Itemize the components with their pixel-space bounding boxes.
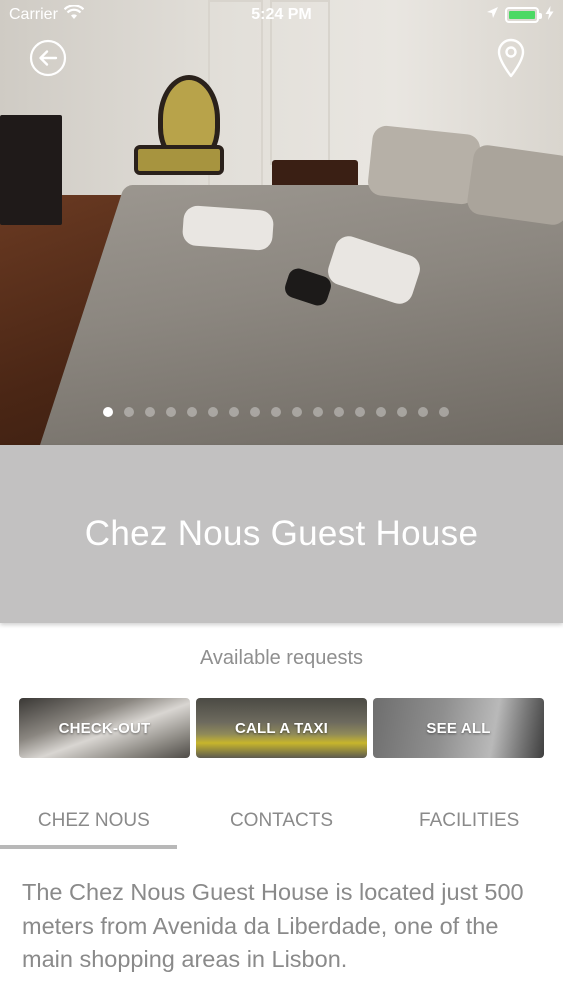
tab-bar: CHEZ NOUS CONTACTS FACILITIES xyxy=(0,795,563,849)
pager-dot[interactable] xyxy=(187,407,197,417)
tab-chez-nous[interactable]: CHEZ NOUS xyxy=(0,795,188,849)
requests-heading: Available requests xyxy=(199,647,364,669)
pager-dot[interactable] xyxy=(292,407,302,417)
requests-row: CHECK-OUT CALL A TAXI SEE ALL xyxy=(19,698,544,758)
pager-dot[interactable] xyxy=(271,407,281,417)
pager-dot[interactable] xyxy=(355,407,365,417)
page-title: Chez Nous Guest House xyxy=(84,514,479,553)
battery-fill xyxy=(509,11,535,19)
call-taxi-request-button[interactable]: CALL A TAXI xyxy=(196,698,367,758)
description-text: The Chez Nous Guest House is located jus… xyxy=(22,879,524,972)
pager-dot[interactable] xyxy=(397,407,407,417)
pager-dot[interactable] xyxy=(313,407,323,417)
arrow-left-circle-icon xyxy=(29,39,67,77)
call-taxi-label: CALL A TAXI xyxy=(234,719,329,737)
checkout-label: CHECK-OUT xyxy=(58,719,151,737)
pager-dot[interactable] xyxy=(145,407,155,417)
battery-icon xyxy=(505,7,542,23)
status-time: 5:24 PM xyxy=(251,6,312,23)
tab-contacts[interactable]: CONTACTS xyxy=(188,795,376,849)
see-all-requests-button[interactable]: SEE ALL xyxy=(373,698,544,758)
photo-bed xyxy=(40,185,563,445)
see-all-label: SEE ALL xyxy=(426,719,491,737)
title-band: Chez Nous Guest House xyxy=(0,445,563,623)
location-button[interactable] xyxy=(491,38,531,78)
pager-dot[interactable] xyxy=(229,407,239,417)
checkout-request-button[interactable]: CHECK-OUT xyxy=(19,698,190,758)
hero-photo: Carrier 5:24 PM xyxy=(0,0,563,445)
pager-dot[interactable] xyxy=(208,407,218,417)
map-pin-icon xyxy=(497,38,525,78)
photo-chair-seat xyxy=(134,145,224,175)
pager-dot[interactable] xyxy=(334,407,344,417)
photo-pillow xyxy=(465,143,563,227)
status-bar: Carrier 5:24 PM xyxy=(0,0,563,30)
pager-dot[interactable] xyxy=(439,407,449,417)
tab-facilities[interactable]: FACILITIES xyxy=(375,795,563,849)
photo-dresser xyxy=(0,115,62,225)
pager-dot[interactable] xyxy=(376,407,386,417)
pager-dot[interactable] xyxy=(103,407,113,417)
photo-pillow xyxy=(366,124,482,206)
photo-towel xyxy=(181,204,275,252)
pager-dot[interactable] xyxy=(250,407,260,417)
pager-dot[interactable] xyxy=(124,407,134,417)
back-button[interactable] xyxy=(28,38,68,78)
photo-pager[interactable] xyxy=(103,407,449,417)
pager-dot[interactable] xyxy=(418,407,428,417)
pager-dot[interactable] xyxy=(166,407,176,417)
